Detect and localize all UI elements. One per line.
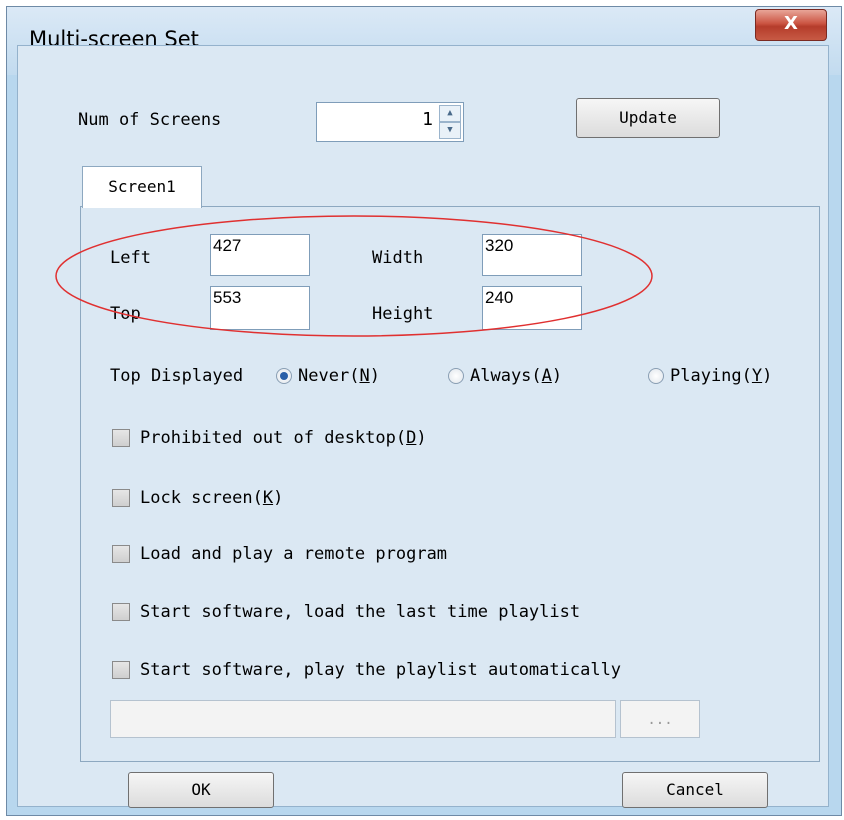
browse-button[interactable]: ... <box>620 700 700 738</box>
num-screens-spinner[interactable]: 1 ▲ ▼ <box>316 102 464 142</box>
load-remote-program-checkbox[interactable] <box>112 545 130 563</box>
always-radio[interactable] <box>448 368 464 384</box>
height-label: Height <box>372 304 434 324</box>
playlist-path-input[interactable] <box>110 700 616 738</box>
num-screens-value[interactable]: 1 <box>422 109 433 130</box>
multi-screen-set-dialog: Multi-screen Set X Num of Screens 1 ▲ ▼ … <box>6 6 842 816</box>
left-label: Left <box>110 248 151 268</box>
ok-button-label: OK <box>191 780 211 799</box>
height-input[interactable]: 240 <box>482 286 582 330</box>
left-input[interactable]: 427 <box>210 234 310 276</box>
dialog-body: Num of Screens 1 ▲ ▼ Update Screen1 Left… <box>17 45 829 808</box>
close-icon: X <box>784 13 798 34</box>
update-button[interactable]: Update <box>576 98 720 138</box>
load-last-playlist-label[interactable]: Start software, load the last time playl… <box>140 602 580 622</box>
load-last-playlist-checkbox[interactable] <box>112 603 130 621</box>
lock-screen-label[interactable]: Lock screen(K) <box>140 488 283 508</box>
top-label: Top <box>110 304 141 324</box>
num-screens-label: Num of Screens <box>78 110 222 130</box>
load-remote-program-label[interactable]: Load and play a remote program <box>140 544 447 564</box>
top-input[interactable]: 553 <box>210 286 310 330</box>
cancel-button[interactable]: Cancel <box>622 772 768 808</box>
close-button[interactable]: X <box>755 9 827 41</box>
always-radio-label[interactable]: Always(A) <box>470 366 562 386</box>
top-displayed-label: Top Displayed <box>110 366 244 386</box>
cancel-button-label: Cancel <box>666 780 724 799</box>
never-radio-label[interactable]: Never(N) <box>298 366 380 386</box>
prohibited-out-of-desktop-checkbox[interactable] <box>112 429 130 447</box>
spin-down-arrow-icon[interactable]: ▼ <box>439 122 461 139</box>
playing-radio[interactable] <box>648 368 664 384</box>
never-radio[interactable] <box>276 368 292 384</box>
spin-up-arrow-icon[interactable]: ▲ <box>439 105 461 122</box>
tab-screen1-label: Screen1 <box>108 177 176 196</box>
autoplay-playlist-checkbox[interactable] <box>112 661 130 679</box>
tab-screen1[interactable]: Screen1 <box>82 166 202 208</box>
autoplay-playlist-label[interactable]: Start software, play the playlist automa… <box>140 660 621 680</box>
width-input[interactable]: 320 <box>482 234 582 276</box>
playing-radio-label[interactable]: Playing(Y) <box>670 366 772 386</box>
browse-button-label: ... <box>647 712 673 728</box>
update-button-label: Update <box>619 108 677 127</box>
prohibited-out-of-desktop-label[interactable]: Prohibited out of desktop(D) <box>140 428 427 448</box>
lock-screen-checkbox[interactable] <box>112 489 130 507</box>
ok-button[interactable]: OK <box>128 772 274 808</box>
width-label: Width <box>372 248 424 268</box>
